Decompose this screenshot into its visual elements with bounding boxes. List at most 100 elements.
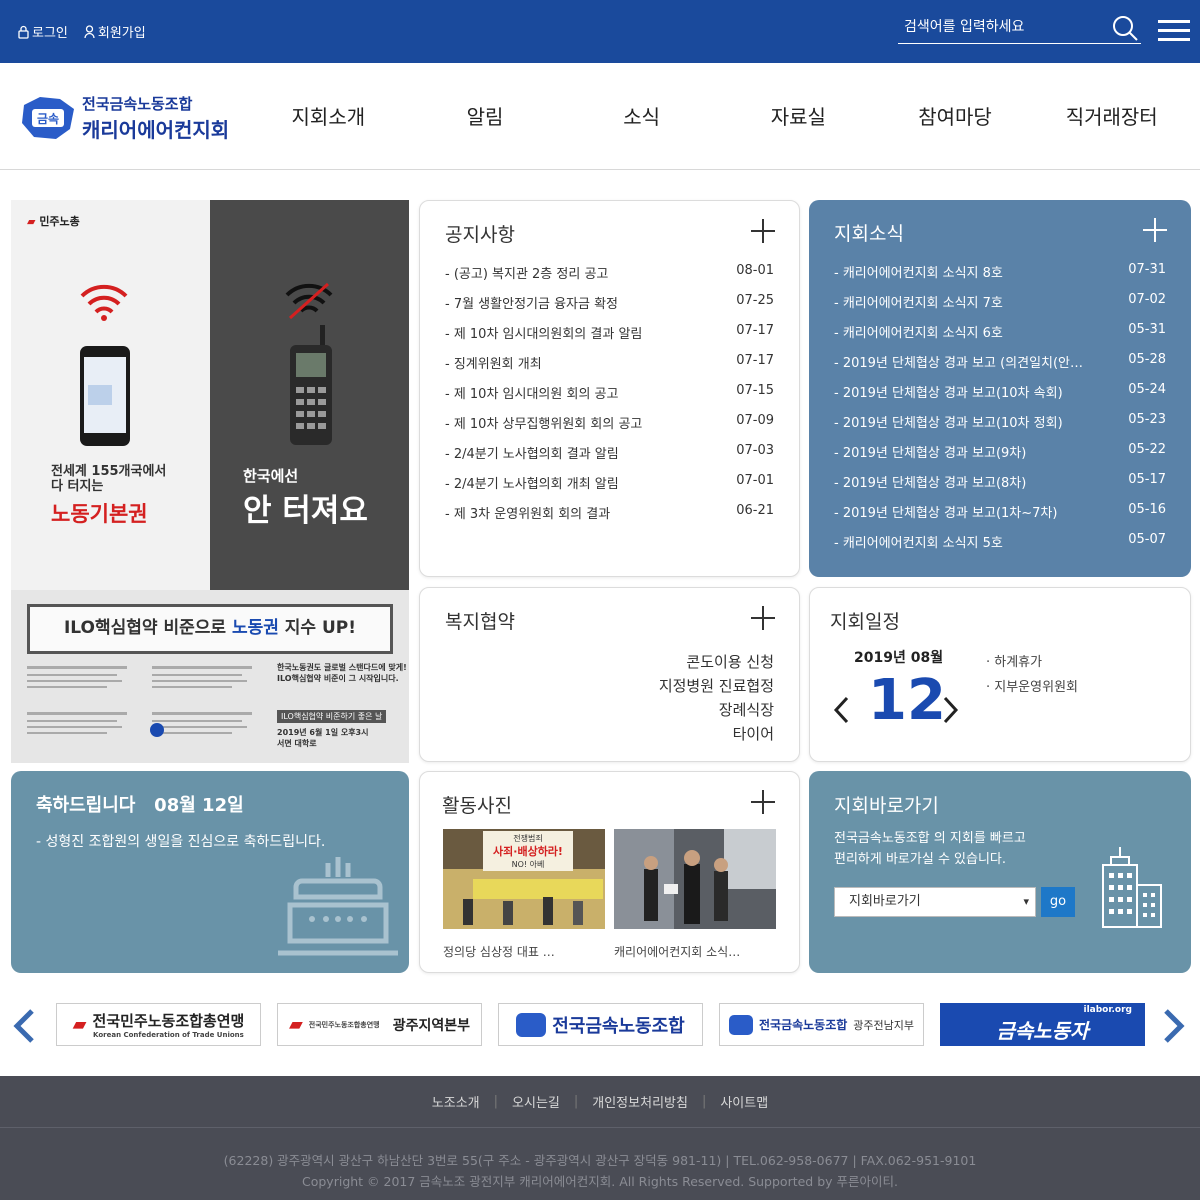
photo-item[interactable]: 캐리어에어컨지회 소식… (614, 829, 776, 960)
photo-sign-line3: NO! 아베 (512, 859, 545, 869)
logo-line1: 전국금속노동조합 (82, 95, 193, 113)
schedule-event[interactable]: · 하계휴가 (986, 650, 1078, 675)
notice-list-item[interactable]: - 2/4분기 노사협의회 개최 알림 07-01 (445, 473, 774, 503)
notice-list-item[interactable]: - 제 10차 임시대의원회의 결과 알림 07-17 (445, 323, 774, 353)
nav-item-community[interactable]: 참여마당 (877, 101, 1034, 130)
nav-item-market[interactable]: 직거래장터 (1033, 101, 1190, 130)
welfare-item-funeral[interactable]: 장례식장 (659, 698, 774, 722)
banner-bottom-panel: ILO핵심협약 비준으로 노동권 지수 UP! 한국노동권도 글로벌 스탠다드에… (11, 590, 409, 763)
welfare-title: 복지협약 (445, 611, 515, 633)
photos-more-plus-icon[interactable] (751, 790, 775, 814)
news-list-item[interactable]: - 2019년 단체협상 경과 보고(10차 속회) 05-24 (834, 382, 1166, 412)
welfare-item-hospital[interactable]: 지정병원 진료협정 (659, 674, 774, 698)
notice-item-title: - (공고) 복지관 2층 정리 공고 (445, 267, 609, 282)
search-box (898, 12, 1141, 44)
footer-link-privacy[interactable]: 개인정보처리방침 (592, 1092, 688, 1111)
news-more-plus-icon[interactable] (1143, 218, 1167, 242)
news-list-item[interactable]: - 캐리어에어컨지회 소식지 7호 07-02 (834, 292, 1166, 322)
news-item-date: 05-07 (1128, 532, 1166, 547)
news-item-title: - 2019년 단체협상 경과 보고(10차 속회) (834, 386, 1063, 401)
banner-left-text1: 전세계 155개국에서 다 터지는 (51, 464, 167, 494)
news-list-item[interactable]: - 캐리어에어컨지회 소식지 6호 05-31 (834, 322, 1166, 352)
partner-name: 광주지역본부 (392, 1017, 471, 1034)
notice-list-item[interactable]: - 제 10차 임시대의원 회의 공고 07-15 (445, 383, 774, 413)
search-icon[interactable] (1111, 14, 1139, 42)
schedule-month: 2019년 08월 (854, 650, 944, 666)
go-button[interactable]: go (1041, 887, 1075, 917)
hamburger-menu-icon[interactable] (1158, 20, 1190, 44)
carousel-prev-arrow-icon[interactable] (12, 1008, 36, 1044)
notice-list-item[interactable]: - 2/4분기 노사협의회 결과 알림 07-03 (445, 443, 774, 473)
photo-caption: 캐리어에어컨지회 소식… (614, 945, 741, 959)
partner-name: 전국금속노동조합 (552, 1015, 685, 1037)
banner-brand: ▰ 민주노총 (27, 215, 80, 228)
welfare-item-condo[interactable]: 콘도이용 신청 (659, 650, 774, 674)
news-item-title: - 캐리어에어컨지회 소식지 5호 (834, 536, 1003, 551)
news-list-item[interactable]: - 2019년 단체협상 경과 보고(1차~7차) 05-16 (834, 502, 1166, 532)
user-icon (84, 24, 95, 38)
union-logo-icon: 금속 (22, 97, 74, 139)
schedule-event[interactable]: · 지부운영위원회 (986, 675, 1078, 700)
welfare-more-plus-icon[interactable] (751, 606, 775, 630)
notice-item-title: - 제 10차 임시대의원 회의 공고 (445, 387, 619, 402)
prev-day-chevron-icon[interactable] (832, 696, 850, 724)
news-item-date: 05-28 (1128, 352, 1166, 367)
banner-right-panel: 한국에선 안 터져요 (210, 200, 409, 590)
photo-item[interactable]: 전쟁범죄 사죄·배상하라! NO! 아베 정의당 심상정 대표 … (443, 829, 605, 960)
welfare-item-tire[interactable]: 타이어 (659, 722, 774, 746)
nav-item-news[interactable]: 소식 (563, 101, 720, 130)
photo-sign-line2: 사죄·배상하라! (493, 844, 563, 858)
notice-list-item[interactable]: - 징계위원회 개최 07-17 (445, 353, 774, 383)
signup-link[interactable]: 회원가입 (84, 22, 146, 41)
nav-item-about[interactable]: 지회소개 (250, 101, 407, 130)
banner-left-panel: ▰ 민주노총 전세계 155개국에서 다 터지는 노동기본권 (11, 200, 210, 590)
notice-title: 공지사항 (445, 224, 515, 246)
banner-tag: ILO핵심협약 비준하기 좋은 날 (277, 710, 387, 723)
news-item-title: - 캐리어에어컨지회 소식지 7호 (834, 296, 1003, 311)
news-list-item[interactable]: - 2019년 단체협상 경과 보고 (의견일치(안… 05-28 (834, 352, 1166, 382)
main-banner[interactable]: ▰ 민주노총 전세계 155개국에서 다 터지는 노동기본권 한국에선 안 터져… (11, 200, 409, 763)
news-item-title: - 2019년 단체협상 경과 보고 (의견일치(안… (834, 356, 1084, 371)
footer-link-sitemap[interactable]: 사이트맵 (720, 1092, 768, 1111)
birthday-message: - 성형진 조합원의 생일을 진심으로 축하드립니다. (36, 834, 326, 850)
photo-sign-line1: 전쟁범죄 (513, 833, 542, 843)
banner-pager-dot[interactable] (150, 723, 164, 737)
partner-logo-kctu[interactable]: ▰ 전국민주노동조합총연맹 Korean Confederation of Tr… (56, 1003, 261, 1046)
notice-item-title: - 제 3차 운영위원회 회의 결과 (445, 507, 611, 522)
notice-item-title: - 제 10차 상무집행위원회 회의 공고 (445, 417, 643, 432)
partner-logo-ilabor[interactable]: ilabor.org 금속노동자 (940, 1003, 1145, 1046)
news-list-item[interactable]: - 2019년 단체협상 경과 보고(10차 정회) 05-23 (834, 412, 1166, 442)
partner-logo-kmwu[interactable]: 전국금속노동조합 (498, 1003, 703, 1046)
news-list-item[interactable]: - 2019년 단체협상 경과 보고(8차) 05-17 (834, 472, 1166, 502)
nav-item-notice[interactable]: 알림 (407, 101, 564, 130)
notice-list-item[interactable]: - 제 10차 상무집행위원회 회의 공고 07-09 (445, 413, 774, 443)
news-list-item[interactable]: - 캐리어에어컨지회 소식지 5호 05-07 (834, 532, 1166, 562)
partner-logo-kmwu-gj[interactable]: 전국금속노동조합 광주전남지부 (719, 1003, 924, 1046)
next-day-chevron-icon[interactable] (942, 696, 960, 724)
no-wifi-icon (285, 282, 333, 320)
nav-item-archive[interactable]: 자료실 (720, 101, 877, 130)
notice-list-item[interactable]: - (공고) 복지관 2층 정리 공고 08-01 (445, 263, 774, 293)
carousel-next-arrow-icon[interactable] (1162, 1008, 1186, 1044)
site-logo[interactable]: 금속 전국금속노동조합 캐리어에어컨지회 (20, 93, 229, 143)
schedule-title: 지회일정 (830, 611, 900, 633)
quicklink-desc: 전국금속노동조합 의 지회를 빠르고 편리하게 바로가실 수 있습니다. (834, 831, 1026, 867)
news-list-item[interactable]: - 캐리어에어컨지회 소식지 8호 07-31 (834, 262, 1166, 292)
login-link[interactable]: 로그인 (18, 22, 68, 41)
branch-select[interactable]: 지회바로가기 (834, 887, 1036, 917)
notice-list-item[interactable]: - 7월 생활안정기금 융자금 확정 07-25 (445, 293, 774, 323)
banner-right-text1: 한국에선 (243, 467, 299, 485)
footer-link-directions[interactable]: 오시는길 (512, 1092, 560, 1111)
notice-item-date: 07-15 (736, 383, 774, 398)
news-title: 지회소식 (834, 223, 904, 245)
notice-list-item[interactable]: - 제 3차 운영위원회 회의 결과 06-21 (445, 503, 774, 533)
search-input[interactable] (898, 12, 1098, 42)
partner-logo-gwangju[interactable]: ▰ 전국민주노동조합총연맹 광주지역본부 (277, 1003, 482, 1046)
notice-item-title: - 2/4분기 노사협의회 결과 알림 (445, 447, 619, 462)
banner-left-text2: 노동기본권 (51, 502, 148, 526)
footer-link-about[interactable]: 노조소개 (432, 1092, 480, 1111)
notice-more-plus-icon[interactable] (751, 219, 775, 243)
news-list-item[interactable]: - 2019년 단체협상 경과 보고(9차) 05-22 (834, 442, 1166, 472)
news-item-title: - 캐리어에어컨지회 소식지 8호 (834, 266, 1003, 281)
notice-item-date: 08-01 (736, 263, 774, 278)
